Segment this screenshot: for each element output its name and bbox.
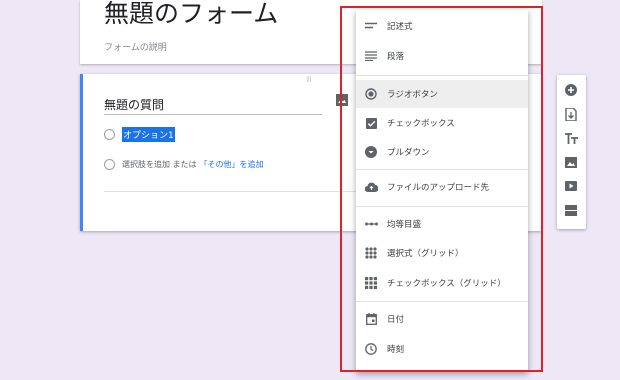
- add-other-link[interactable]: 「その他」を追加: [200, 159, 264, 170]
- checkbox-grid-icon: [364, 276, 378, 290]
- add-image-icon[interactable]: [564, 155, 578, 169]
- menu-item-paragraph[interactable]: 段落: [356, 42, 528, 70]
- add-option-link[interactable]: 選択肢を追加 または: [122, 159, 197, 170]
- form-title[interactable]: 無題のフォーム: [104, 0, 278, 30]
- linear-scale-icon: [364, 217, 378, 231]
- menu-item-checkbox-grid[interactable]: チェックボックス（グリッド）: [356, 269, 528, 297]
- question-title-underline: [104, 114, 322, 115]
- checkbox-icon: [364, 116, 378, 130]
- dropdown-icon: [364, 145, 378, 159]
- menu-item-label: 時刻: [387, 345, 405, 355]
- menu-item-label: 記述式: [387, 22, 413, 32]
- add-section-icon[interactable]: [564, 203, 578, 217]
- menu-item-date[interactable]: 日付: [356, 305, 528, 333]
- menu-item-label: 均等目盛: [387, 220, 422, 230]
- menu-item-label: チェックボックス: [387, 119, 455, 129]
- menu-item-label: 選択式（グリッド）: [387, 249, 464, 259]
- menu-item-label: 段落: [387, 52, 405, 62]
- add-image-icon[interactable]: [336, 94, 348, 106]
- drag-handle-icon[interactable]: ⁝⁝⁝: [306, 75, 312, 84]
- menu-separator: [356, 301, 528, 302]
- form-description[interactable]: フォームの説明: [104, 40, 167, 53]
- upload-icon: [364, 180, 378, 194]
- menu-item-dropdown[interactable]: プルダウン: [356, 138, 528, 166]
- menu-item-radio-button[interactable]: ラジオボタン: [356, 80, 528, 108]
- grid-icon: [364, 246, 378, 260]
- add-option-row: 選択肢を追加 または 「その他」を追加: [104, 156, 264, 172]
- menu-separator: [356, 169, 528, 170]
- add-title-icon[interactable]: [564, 131, 578, 145]
- add-video-icon[interactable]: [564, 179, 578, 193]
- option-label[interactable]: オプション1: [122, 126, 175, 142]
- menu-separator: [356, 206, 528, 207]
- menu-item-label: ファイルのアップロード先: [387, 183, 490, 193]
- active-card-accent: [80, 74, 83, 231]
- add-question-icon[interactable]: [564, 83, 578, 97]
- import-questions-icon[interactable]: [564, 107, 578, 121]
- time-icon: [364, 342, 378, 356]
- menu-item-checkbox[interactable]: チェックボックス: [356, 109, 528, 137]
- short-answer-icon: [364, 19, 378, 33]
- question-title[interactable]: 無題の質問: [104, 96, 164, 113]
- menu-item-time[interactable]: 時刻: [356, 335, 528, 363]
- side-toolbar: [557, 75, 586, 229]
- menu-item-label: ラジオボタン: [387, 90, 438, 100]
- date-icon: [364, 312, 378, 326]
- menu-item-file-upload[interactable]: ファイルのアップロード先: [356, 173, 528, 201]
- menu-item-label: チェックボックス（グリッド）: [387, 279, 506, 289]
- menu-item-label: 日付: [387, 315, 405, 325]
- option-row: オプション1: [104, 126, 175, 142]
- radio-icon: [104, 128, 115, 140]
- menu-item-short-answer[interactable]: 記述式: [356, 12, 528, 40]
- paragraph-icon: [364, 49, 378, 63]
- menu-separator: [356, 75, 528, 76]
- menu-item-label: プルダウン: [387, 148, 430, 158]
- menu-item-multiple-choice-grid[interactable]: 選択式（グリッド）: [356, 239, 528, 267]
- question-type-menu: 記述式 段落 ラジオボタン チェックボックス プルダウン ファイルのアップロード…: [356, 10, 528, 372]
- radio-icon: [104, 158, 115, 170]
- radio-button-icon: [364, 87, 378, 101]
- menu-item-linear-scale[interactable]: 均等目盛: [356, 210, 528, 238]
